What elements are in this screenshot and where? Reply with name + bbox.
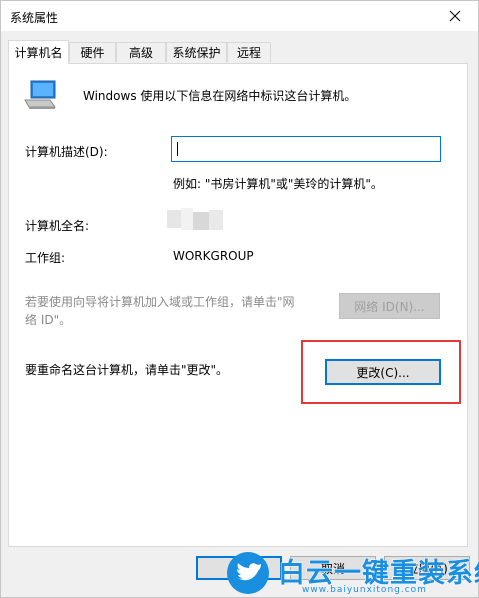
full-name-label: 计算机全名: <box>25 219 90 233</box>
network-id-hint-line1: 若要使用向导将计算机加入域或工作组，请单击"网 <box>25 295 295 309</box>
computer-description-label: 计算机描述(D): <box>25 145 108 159</box>
workgroup-label: 工作组: <box>25 251 66 265</box>
tab-hardware[interactable]: 硬件 <box>69 42 116 62</box>
tab-advanced[interactable]: 高级 <box>116 42 166 62</box>
network-id-button[interactable]: 网络 ID(N)... <box>339 293 440 319</box>
computer-description-input[interactable] <box>171 136 441 162</box>
workgroup-value: WORKGROUP <box>173 249 254 263</box>
bird-logo-icon <box>227 552 269 594</box>
computer-name-panel: Windows 使用以下信息在网络中标识这台计算机。 计算机描述(D): 例如:… <box>8 63 468 547</box>
window-title: 系统属性 <box>10 11 59 25</box>
example-text: 例如: "书房计算机"或"美玲的计算机"。 <box>173 177 383 191</box>
close-icon <box>449 10 461 22</box>
text-caret <box>177 142 178 156</box>
watermark: 白云一键重装系统 www.baiyunxitong.com <box>226 545 479 598</box>
tab-system-protection[interactable]: 系统保护 <box>166 42 227 62</box>
change-button[interactable]: 更改(C)... <box>325 359 441 385</box>
rename-hint: 要重命名这台计算机，请单击"更改"。 <box>25 363 229 377</box>
close-button[interactable] <box>432 1 478 31</box>
network-id-hint-line2: 络 ID"。 <box>25 313 72 327</box>
redacted-computer-name <box>167 208 223 230</box>
tab-computer-name[interactable]: 计算机名 <box>8 40 69 64</box>
computer-icon <box>24 80 56 109</box>
watermark-url: www.baiyunxitong.com <box>302 585 427 595</box>
title-bar: 系统属性 <box>1 1 478 31</box>
description-text: Windows 使用以下信息在网络中标识这台计算机。 <box>83 89 357 103</box>
tab-remote[interactable]: 远程 <box>227 42 271 62</box>
